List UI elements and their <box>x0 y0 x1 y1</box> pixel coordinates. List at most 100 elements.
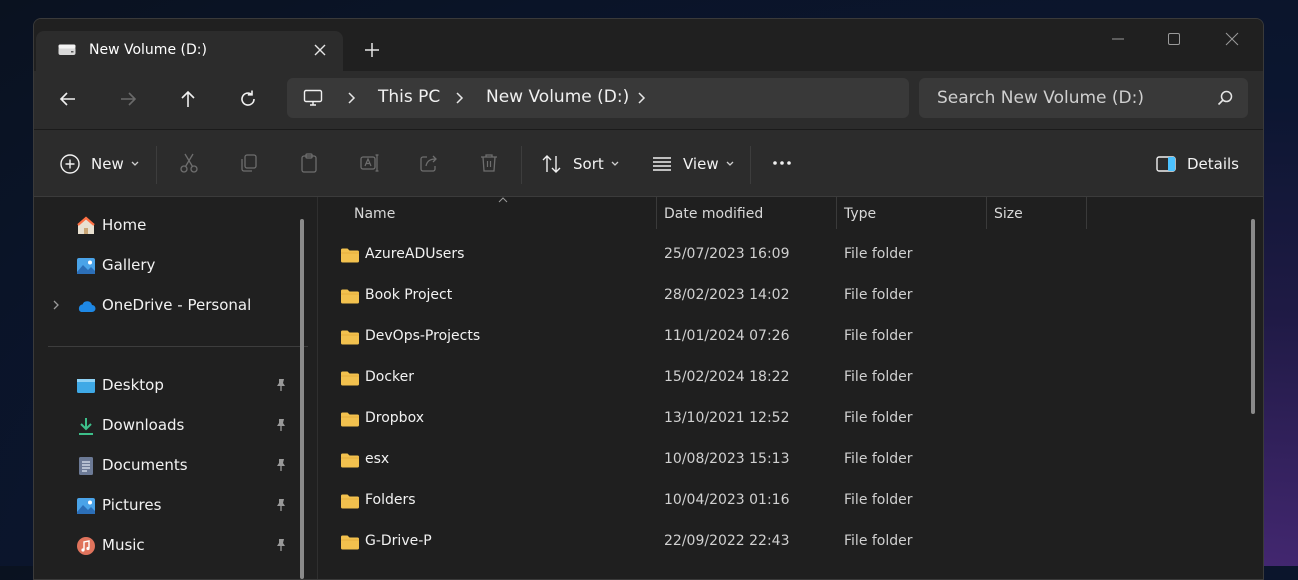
share-icon[interactable] <box>418 152 440 174</box>
column-header-date-modified[interactable]: Date modified <box>664 206 763 222</box>
column-divider[interactable] <box>656 197 657 229</box>
new-tab-icon[interactable] <box>362 40 382 60</box>
title-bar: New Volume (D:) <box>34 19 1263 72</box>
tab-title: New Volume (D:) <box>89 42 207 58</box>
column-header-size[interactable]: Size <box>994 206 1023 222</box>
table-row[interactable]: Docker 15/02/2024 18:22 File folder <box>318 357 1238 398</box>
pin-icon[interactable] <box>274 498 288 512</box>
details-pane-icon <box>1156 156 1176 172</box>
pictures-icon <box>77 498 95 514</box>
file-name: AzureADUsers <box>365 246 465 262</box>
sidebar-item-onedrive[interactable]: OneDrive - Personal <box>34 288 294 324</box>
details-label: Details <box>1187 155 1240 173</box>
onedrive-icon <box>78 301 96 312</box>
file-list-scrollbar[interactable] <box>1251 219 1255 414</box>
table-row[interactable]: Book Project 28/02/2023 14:02 File folde… <box>318 275 1238 316</box>
close-window-icon[interactable] <box>1222 29 1242 49</box>
chevron-right-icon[interactable] <box>452 90 466 106</box>
back-icon[interactable] <box>57 88 79 110</box>
table-row[interactable]: esx 10/08/2023 15:13 File folder <box>318 439 1238 480</box>
sort-button[interactable]: Sort <box>541 152 620 176</box>
folder-icon <box>341 494 359 509</box>
pin-icon[interactable] <box>274 418 288 432</box>
column-divider[interactable] <box>986 197 987 229</box>
sidebar-item-downloads[interactable]: Downloads <box>34 408 294 444</box>
chevron-down-icon <box>611 161 619 166</box>
chevron-right-icon[interactable] <box>634 90 648 106</box>
chevron-right-icon[interactable] <box>344 90 358 106</box>
file-type: File folder <box>844 246 913 262</box>
pin-icon[interactable] <box>274 538 288 552</box>
search-icon[interactable] <box>1216 89 1234 107</box>
sidebar-item-label: Home <box>102 216 147 234</box>
column-divider[interactable] <box>836 197 837 229</box>
search-box[interactable]: Search New Volume (D:) <box>919 78 1248 118</box>
file-name: esx <box>365 451 390 467</box>
file-date-modified: 10/04/2023 01:16 <box>664 492 790 508</box>
new-button[interactable]: New <box>59 152 140 176</box>
search-placeholder: Search New Volume (D:) <box>937 88 1145 108</box>
close-tab-icon[interactable] <box>310 40 330 60</box>
cut-icon[interactable] <box>178 152 200 174</box>
pin-icon[interactable] <box>274 458 288 472</box>
sidebar-item-desktop[interactable]: Desktop <box>34 368 294 404</box>
sidebar-item-label: Desktop <box>102 376 164 394</box>
view-button[interactable]: View <box>651 152 735 176</box>
sort-label: Sort <box>573 155 604 173</box>
paste-icon[interactable] <box>298 152 320 174</box>
command-bar: New Sort View Details <box>34 129 1263 198</box>
address-bar[interactable]: This PC New Volume (D:) <box>287 78 909 118</box>
gallery-icon <box>77 258 95 274</box>
minimize-icon[interactable] <box>1108 29 1128 49</box>
sidebar-item-label: Downloads <box>102 416 185 434</box>
breadcrumb-new-volume[interactable]: New Volume (D:) <box>486 87 629 107</box>
tab-new-volume[interactable]: New Volume (D:) <box>36 31 343 72</box>
sidebar-item-gallery[interactable]: Gallery <box>34 248 294 284</box>
column-divider[interactable] <box>1086 197 1087 229</box>
navigation-bar: This PC New Volume (D:) Search New Volum… <box>34 71 1263 129</box>
column-header-name[interactable]: Name <box>354 206 395 222</box>
chevron-down-icon <box>131 161 139 166</box>
breadcrumb-this-pc[interactable]: This PC <box>378 87 440 107</box>
downloads-icon <box>79 418 93 435</box>
folder-icon <box>341 289 359 304</box>
sidebar-item-home[interactable]: Home <box>34 208 294 244</box>
drive-icon <box>58 44 76 55</box>
navigation-pane: Home Gallery OneDrive - Personal Desktop… <box>34 197 317 579</box>
delete-icon[interactable] <box>478 152 500 174</box>
file-type: File folder <box>844 369 913 385</box>
table-row[interactable]: Folders 10/04/2023 01:16 File folder <box>318 480 1238 521</box>
file-date-modified: 22/09/2022 22:43 <box>664 533 790 549</box>
file-name: G-Drive-P <box>365 533 432 549</box>
up-icon[interactable] <box>177 88 199 110</box>
music-icon <box>77 537 95 555</box>
refresh-icon[interactable] <box>237 88 259 110</box>
table-row[interactable]: DevOps-Projects 11/01/2024 07:26 File fo… <box>318 316 1238 357</box>
forward-icon[interactable] <box>117 88 139 110</box>
copy-icon[interactable] <box>238 152 260 174</box>
chevron-right-icon[interactable] <box>50 298 62 312</box>
sidebar-item-music[interactable]: Music <box>34 528 294 564</box>
table-row[interactable]: AzureADUsers 25/07/2023 16:09 File folde… <box>318 234 1238 275</box>
folder-icon <box>341 248 359 263</box>
file-type: File folder <box>844 328 913 344</box>
sidebar-item-documents[interactable]: Documents <box>34 448 294 484</box>
toolbar-divider <box>156 146 157 184</box>
column-header-type[interactable]: Type <box>844 206 876 222</box>
file-name: Folders <box>365 492 416 508</box>
pin-icon[interactable] <box>274 378 288 392</box>
table-row[interactable]: G-Drive-P 22/09/2022 22:43 File folder <box>318 521 1238 562</box>
rename-icon[interactable] <box>358 152 380 174</box>
file-date-modified: 25/07/2023 16:09 <box>664 246 790 262</box>
toolbar-divider <box>750 146 751 184</box>
file-date-modified: 11/01/2024 07:26 <box>664 328 790 344</box>
table-row[interactable]: Dropbox 13/10/2021 12:52 File folder <box>318 398 1238 439</box>
file-list: Name Date modified Type Size AzureADUser… <box>318 197 1263 579</box>
maximize-icon[interactable] <box>1164 29 1184 49</box>
file-type: File folder <box>844 492 913 508</box>
more-options-icon[interactable] <box>771 152 793 174</box>
sidebar-scrollbar[interactable] <box>300 219 304 579</box>
sidebar-item-pictures[interactable]: Pictures <box>34 488 294 524</box>
details-pane-button[interactable]: Details <box>1155 152 1239 176</box>
plus-circle-icon <box>60 154 80 174</box>
